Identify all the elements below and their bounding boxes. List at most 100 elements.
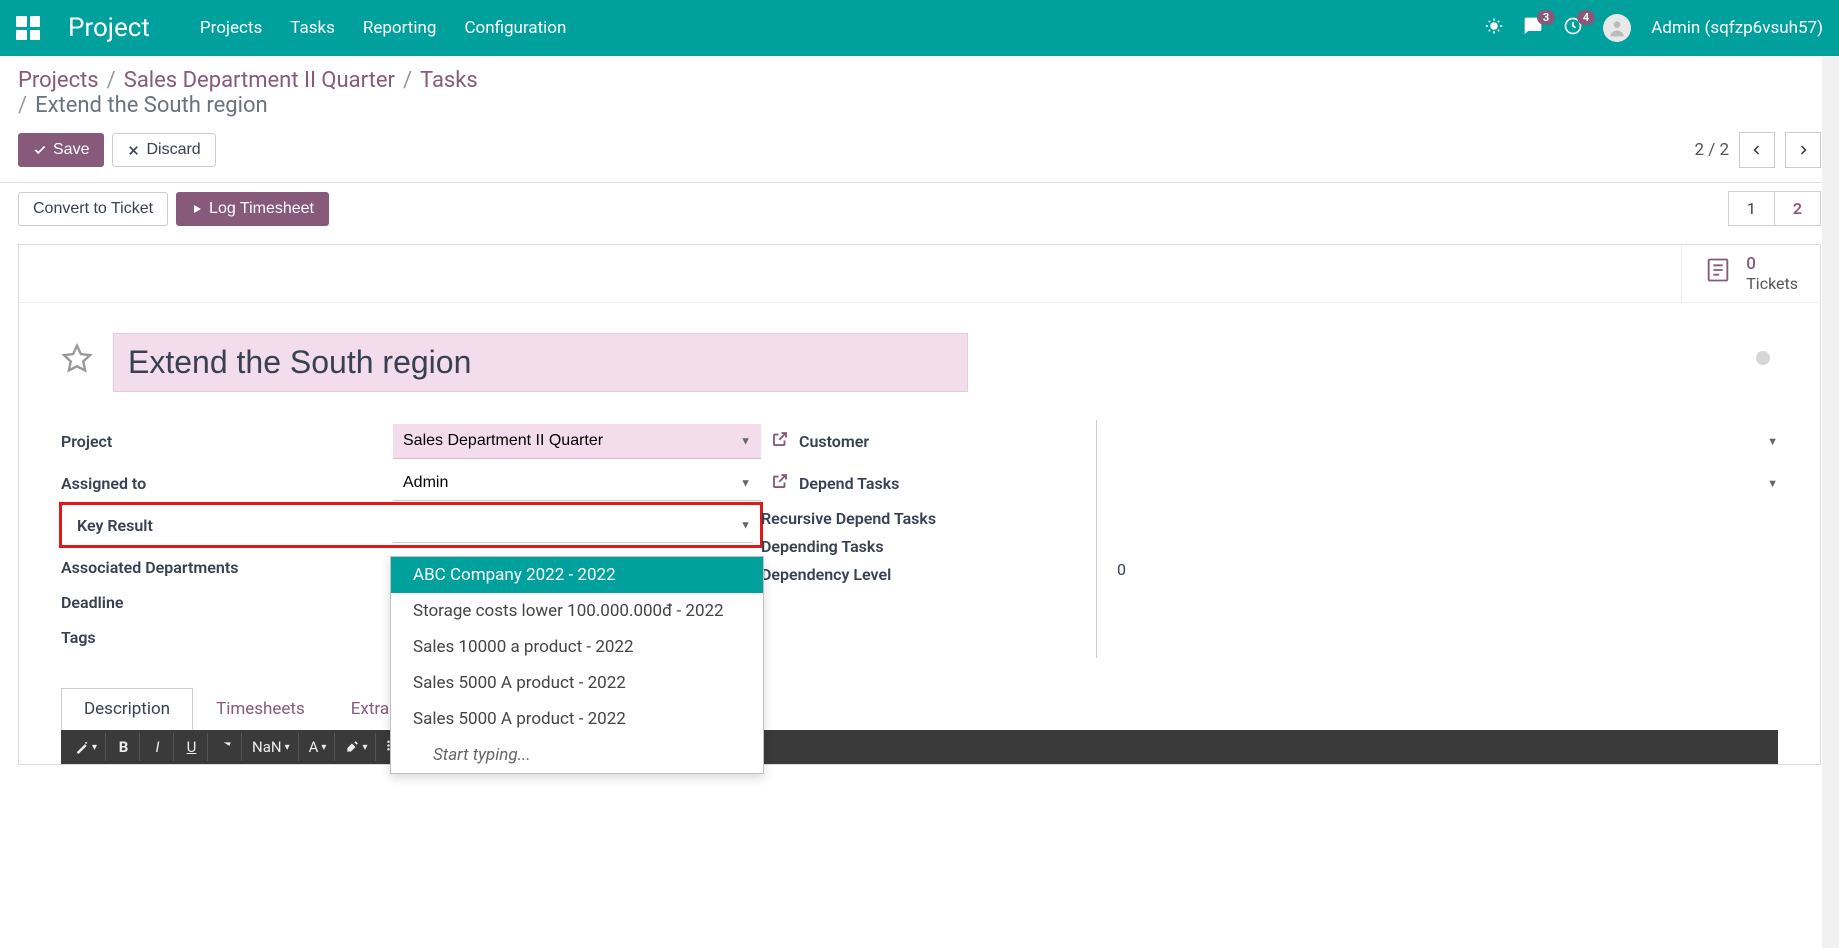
discard-label: Discard	[146, 141, 200, 159]
breadcrumb-sep: /	[18, 93, 27, 118]
messages-icon[interactable]: 3	[1523, 16, 1543, 40]
debug-icon[interactable]	[1485, 17, 1503, 39]
assigned-input[interactable]	[393, 466, 761, 501]
pager: 2 / 2	[1694, 132, 1821, 168]
stage-1[interactable]: 1	[1728, 191, 1774, 226]
deadline-label: Deadline	[61, 593, 393, 612]
depend-value[interactable]: ▼	[1113, 462, 1778, 504]
tb-font-color[interactable]: A	[301, 733, 336, 761]
customer-label: Customer	[799, 427, 869, 455]
keyresult-input[interactable]	[393, 508, 753, 543]
nav-link-reporting[interactable]: Reporting	[363, 18, 437, 38]
keyresult-dropdown: ABC Company 2022 - 2022 Storage costs lo…	[390, 556, 764, 774]
convert-label: Convert to Ticket	[33, 200, 153, 218]
tb-font-size[interactable]: NaN	[244, 733, 299, 761]
breadcrumb-bar: Projects / Sales Department II Quarter /…	[0, 56, 1839, 126]
form-grid: Project ▼ Assigned to ▼ Key Result	[61, 420, 1778, 658]
scrollbar[interactable]	[1822, 56, 1839, 948]
dropdown-item[interactable]: Sales 5000 A product - 2022	[391, 701, 763, 737]
nav-link-configuration[interactable]: Configuration	[464, 18, 566, 38]
discard-button[interactable]: Discard	[112, 133, 215, 167]
breadcrumb-projects[interactable]: Projects	[18, 68, 99, 93]
form-sheet: 0 Tickets Project ▼	[18, 244, 1821, 765]
top-nav: Project Projects Tasks Reporting Configu…	[0, 0, 1839, 56]
tickets-button[interactable]: 0 Tickets	[1681, 245, 1820, 302]
sheet-header: 0 Tickets	[19, 245, 1820, 303]
apps-icon[interactable]	[16, 16, 40, 40]
stage-bar: 1 2	[1728, 191, 1821, 226]
tb-highlight[interactable]	[337, 733, 376, 761]
dropdown-item[interactable]: Storage costs lower 100.000.000đ - 2022	[391, 593, 763, 629]
dropdown-item[interactable]: ABC Company 2022 - 2022	[391, 557, 763, 593]
action-row: Save Discard 2 / 2	[0, 126, 1839, 183]
log-timesheet-button[interactable]: Log Timesheet	[176, 192, 329, 226]
tags-label: Tags	[61, 628, 393, 647]
avatar[interactable]	[1603, 14, 1631, 42]
field-project: Project ▼	[61, 420, 761, 462]
project-input[interactable]	[393, 424, 761, 459]
convert-ticket-button[interactable]: Convert to Ticket	[18, 192, 168, 226]
breadcrumb: Projects / Sales Department II Quarter /…	[18, 68, 1821, 93]
breadcrumb-sep: /	[403, 68, 412, 93]
depend-label: Depend Tasks	[799, 469, 899, 497]
tb-bold[interactable]: B	[108, 733, 140, 761]
pager-text: 2 / 2	[1694, 140, 1729, 160]
tabs: Description Timesheets Extra Info	[61, 688, 1778, 730]
form-col-right: ▼ ▼ 0	[1097, 420, 1778, 658]
activities-icon[interactable]: 4	[1563, 16, 1583, 40]
activities-badge: 4	[1577, 10, 1595, 25]
dropdown-item[interactable]: Sales 5000 A product - 2022	[391, 665, 763, 701]
field-assigned: Assigned to ▼	[61, 462, 761, 504]
tb-underline[interactable]: U	[176, 733, 208, 761]
messages-badge: 3	[1537, 10, 1555, 25]
deplevel-value: 0	[1113, 560, 1778, 579]
dropdown-item[interactable]: Sales 10000 a product - 2022	[391, 629, 763, 665]
keyresult-label: Key Result	[61, 516, 393, 535]
task-title-input[interactable]	[113, 333, 968, 392]
assigned-label: Assigned to	[61, 474, 393, 493]
pager-prev[interactable]	[1739, 132, 1775, 168]
chevron-down-icon: ▼	[1767, 477, 1778, 490]
external-link-icon[interactable]	[771, 472, 789, 495]
chevron-down-icon: ▼	[1767, 435, 1778, 448]
dropdown-hint: Start typing...	[391, 737, 763, 773]
assocdept-label: Associated Departments	[61, 558, 393, 577]
recursive-label: Recursive Depend Tasks	[761, 504, 1096, 532]
nav-right: 3 4 Admin (sqfzp6vsuh57)	[1485, 14, 1823, 42]
tickets-label: Tickets	[1746, 274, 1798, 293]
external-link-icon[interactable]	[771, 430, 789, 453]
tab-description[interactable]: Description	[61, 688, 193, 730]
field-customer: Customer	[761, 420, 1096, 462]
breadcrumb-sep: /	[107, 68, 116, 93]
breadcrumb-line2: / Extend the South region	[18, 93, 1821, 118]
nav-links: Projects Tasks Reporting Configuration	[200, 18, 566, 38]
stage-2[interactable]: 2	[1774, 191, 1821, 226]
tb-magic[interactable]	[67, 733, 106, 761]
star-icon[interactable]	[61, 343, 93, 383]
sub-action-row: Convert to Ticket Log Timesheet 1 2	[0, 183, 1839, 234]
breadcrumb-current: Extend the South region	[35, 93, 268, 118]
title-row	[61, 333, 1778, 392]
log-ts-label: Log Timesheet	[209, 200, 314, 218]
breadcrumb-sales-quarter[interactable]: Sales Department II Quarter	[124, 68, 395, 93]
nav-link-tasks[interactable]: Tasks	[290, 18, 335, 38]
user-name[interactable]: Admin (sqfzp6vsuh57)	[1651, 18, 1823, 38]
save-button[interactable]: Save	[18, 133, 104, 167]
sheet-body: Project ▼ Assigned to ▼ Key Result	[19, 303, 1820, 730]
tb-clear-format[interactable]	[210, 733, 242, 761]
color-dot[interactable]	[1756, 351, 1770, 365]
customer-value[interactable]: ▼	[1113, 420, 1778, 462]
nav-link-projects[interactable]: Projects	[200, 18, 262, 38]
editor-toolbar: B I U NaN A </>	[61, 730, 1778, 764]
pager-next[interactable]	[1785, 132, 1821, 168]
field-depend: Depend Tasks	[761, 462, 1096, 504]
tab-timesheets[interactable]: Timesheets	[193, 688, 328, 730]
depending-label: Depending Tasks	[761, 532, 1096, 560]
deplevel-label: Dependency Level	[761, 560, 1096, 588]
save-label: Save	[53, 141, 89, 159]
app-title[interactable]: Project	[68, 13, 150, 43]
breadcrumb-tasks[interactable]: Tasks	[420, 68, 478, 93]
field-key-result: Key Result ▼	[61, 504, 761, 546]
tb-italic[interactable]: I	[142, 733, 174, 761]
project-label: Project	[61, 432, 393, 451]
